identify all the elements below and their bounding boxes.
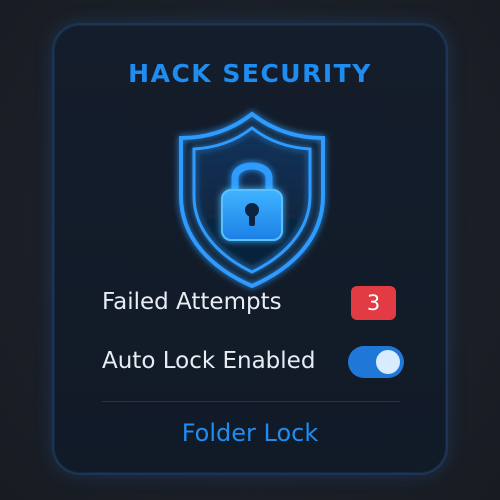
auto-lock-row: Auto Lock Enabled (102, 343, 404, 379)
failed-attempts-row: Failed Attempts 3 (102, 284, 402, 320)
auto-lock-label: Auto Lock Enabled (102, 348, 316, 374)
security-card: HACK SECURITY Failed Attempts 3 Auto Loc… (52, 23, 448, 475)
divider (102, 401, 400, 402)
folder-lock-link[interactable]: Folder Lock (54, 419, 446, 447)
shield-lock-icon (177, 110, 327, 290)
app-background: HACK SECURITY Failed Attempts 3 Auto Loc… (0, 0, 500, 500)
auto-lock-toggle[interactable] (348, 346, 404, 378)
failed-attempts-label: Failed Attempts (102, 289, 282, 315)
card-title: HACK SECURITY (128, 59, 372, 88)
toggle-knob (376, 350, 400, 374)
failed-attempts-count-badge: 3 (351, 286, 396, 320)
